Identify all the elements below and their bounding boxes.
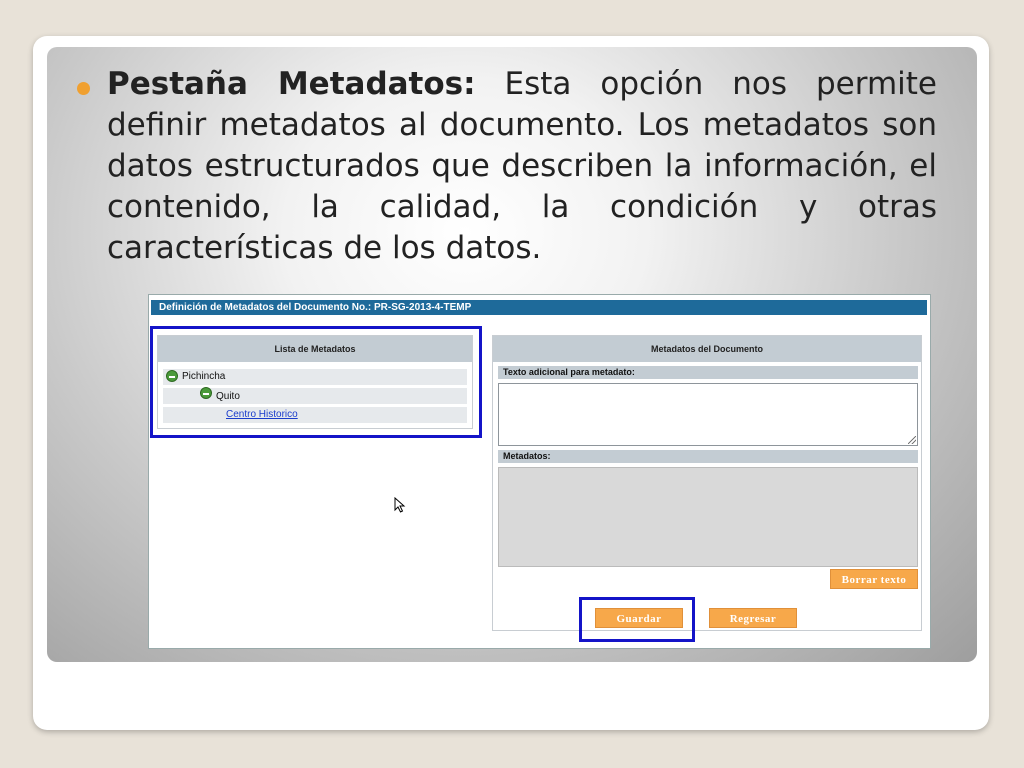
additional-text-label: Texto adicional para metadato: <box>498 366 918 379</box>
bullet-heading: Pestaña Metadatos: <box>107 66 476 102</box>
metadata-display-box <box>498 467 918 567</box>
bullet-paragraph: Pestaña Metadatos: Esta opción nos permi… <box>107 64 937 269</box>
highlight-box-metadata-list <box>150 326 482 438</box>
document-metadata-title: Metadatos del Documento <box>493 336 921 362</box>
app-header-title: Definición de Metadatos del Documento No… <box>151 300 927 315</box>
additional-text-textarea[interactable] <box>498 383 918 446</box>
bullet-icon <box>77 82 90 95</box>
clear-text-button[interactable]: Borrar texto <box>830 569 918 589</box>
highlight-box-save <box>579 597 695 642</box>
document-metadata-panel: Metadatos del Documento Texto adicional … <box>492 335 922 631</box>
metadata-label: Metadatos: <box>498 450 918 463</box>
back-button[interactable]: Regresar <box>709 608 797 628</box>
resize-grip-icon[interactable] <box>908 436 916 444</box>
mouse-cursor-icon <box>394 497 406 513</box>
